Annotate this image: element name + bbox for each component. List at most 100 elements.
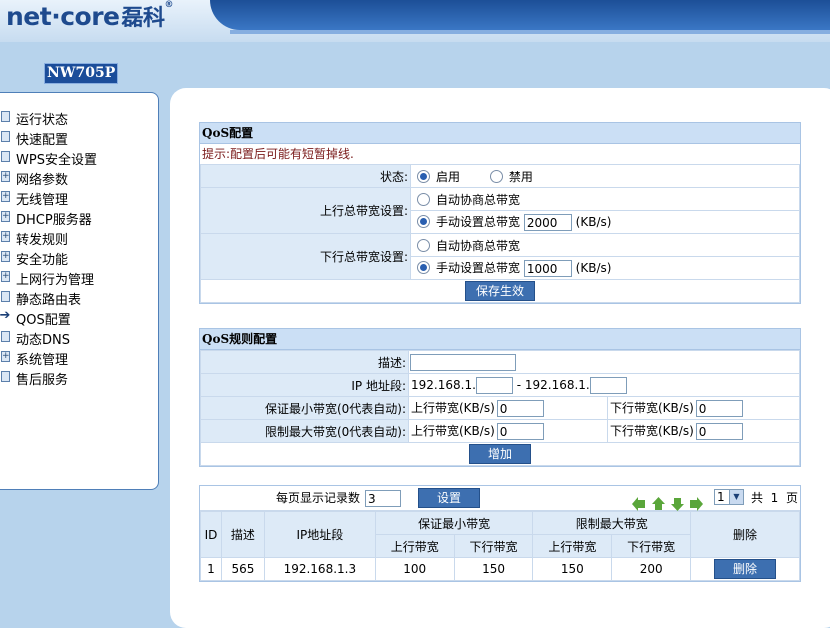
total-pages-value: 1 [770, 491, 779, 505]
cell-min-up: 100 [374, 557, 455, 581]
expand-icon: + [1, 251, 10, 262]
upload-auto-radio[interactable] [417, 192, 430, 206]
sidebar-item-label: WPS安全设置 [16, 153, 97, 168]
sidebar-item-label: DHCP服务器 [16, 213, 92, 228]
sidebar-item-label: 运行状态 [16, 113, 69, 128]
cell-delete: 删除 [690, 557, 800, 581]
add-rule-button[interactable]: 增加 [468, 444, 531, 464]
next-page-icon[interactable] [670, 497, 685, 511]
qos-rule-panel: QoS规则配置 描述: IP 地址段: 192.168.1. - 192.168… [199, 328, 801, 467]
download-auto-row: 自动协商总带宽 [410, 233, 800, 257]
cell-max-down: 200 [611, 557, 692, 581]
delete-row-button[interactable]: 删除 [714, 559, 777, 579]
cell-desc: 565 [220, 557, 265, 581]
min-down-label: 下行带宽(KB/s) [610, 401, 694, 415]
ip-start-input[interactable] [475, 376, 513, 394]
rule-desc-input[interactable] [410, 353, 516, 371]
col-header-max-up: 上行带宽 [532, 534, 613, 558]
max-down-label: 下行带宽(KB/s) [610, 424, 694, 438]
min-up-input[interactable]: 0 [496, 400, 544, 417]
page-icon [1, 151, 10, 162]
min-up-label: 上行带宽(KB/s) [411, 401, 495, 415]
arrow-right-icon: ➔ [0, 308, 11, 323]
status-disable-radio[interactable] [489, 169, 503, 183]
ip-end-prefix: - 192.168.1. [516, 377, 590, 392]
sidebar-item-label: 安全功能 [16, 253, 69, 268]
brand-name: net·core [6, 2, 120, 31]
upload-bandwidth-label: 上行总带宽设置: [200, 187, 411, 234]
per-page-input[interactable]: 3 [365, 490, 401, 507]
min-up-cell: 上行带宽(KB/s) 0 [408, 396, 608, 420]
last-page-icon[interactable] [688, 496, 704, 511]
page-nav [632, 491, 704, 515]
page-icon [1, 331, 10, 342]
rule-desc-cell [408, 350, 800, 374]
download-manual-label: 手动设置总带宽 [436, 261, 521, 275]
upload-unit: (KB/s) [575, 215, 612, 229]
pagination-bar: 每页显示记录数 3 设置 1 ▼ 共 1 页 [200, 486, 800, 511]
page-icon [1, 371, 10, 382]
total-suffix: 页 [785, 491, 798, 505]
total-prefix: 共 [751, 491, 764, 505]
download-bandwidth-label: 下行总带宽设置: [200, 233, 411, 280]
max-down-input[interactable]: 0 [695, 423, 743, 440]
max-up-label: 上行带宽(KB/s) [411, 424, 495, 438]
first-page-icon[interactable] [632, 496, 647, 511]
expand-icon: + [1, 211, 10, 222]
col-header-ip: IP地址段 [263, 511, 376, 558]
page-select-value: 1 [717, 490, 725, 504]
set-per-page-button[interactable]: 设置 [418, 488, 481, 508]
status-disable-label: 禁用 [508, 169, 533, 184]
col-header-min-up: 上行带宽 [374, 534, 455, 558]
col-header-delete: 删除 [690, 511, 800, 558]
chevron-down-icon: ▼ [729, 490, 743, 504]
header-stripe-line [230, 30, 830, 34]
expand-icon: + [1, 271, 10, 282]
col-header-id: ID [200, 511, 222, 558]
sidebar-item-label: 售后服务 [16, 373, 69, 388]
download-unit: (KB/s) [575, 261, 612, 275]
min-down-input[interactable]: 0 [695, 400, 743, 417]
expand-icon: + [1, 231, 10, 242]
sidebar-item-label: 系统管理 [16, 353, 69, 368]
download-manual-radio[interactable] [417, 261, 430, 274]
upload-manual-label: 手动设置总带宽 [436, 215, 521, 229]
qos-config-title: QoS配置 [200, 123, 800, 144]
min-down-cell: 下行带宽(KB/s) 0 [607, 396, 800, 420]
upload-auto-row: 自动协商总带宽 [410, 187, 800, 211]
qos-config-form: 状态: 启用 禁用 上行总带宽设置: 自动协商总带宽 手动设置总带宽 2000 … [200, 164, 800, 303]
qos-tip: 提示:配置后可能有短暂掉线. [202, 147, 354, 161]
upload-manual-row: 手动设置总带宽 2000 (KB/s) [410, 210, 800, 234]
col-header-desc: 描述 [220, 511, 265, 558]
cell-max-up: 150 [532, 557, 613, 581]
header-stripe [210, 0, 830, 30]
rule-ip-cell: 192.168.1. - 192.168.1. [408, 373, 800, 397]
header-bar: net·core磊科® [0, 0, 830, 42]
page-select[interactable]: 1 ▼ [714, 489, 744, 505]
rule-table: ID 描述 IP地址段 保证最小带宽 限制最大带宽 删除 上行带宽 下行带宽 上… [200, 511, 800, 581]
cell-id: 1 [200, 557, 222, 581]
status-enable-radio[interactable] [417, 169, 430, 183]
max-up-input[interactable]: 0 [496, 423, 544, 440]
ip-end-input[interactable] [589, 376, 627, 394]
cell-ip: 192.168.1.3 [263, 557, 376, 581]
save-apply-button[interactable]: 保存生效 [464, 281, 535, 301]
col-header-min: 保证最小带宽 [374, 511, 534, 535]
download-bandwidth-input[interactable]: 1000 [523, 260, 572, 277]
page-icon [1, 291, 10, 302]
cell-min-down: 150 [453, 557, 534, 581]
download-auto-radio[interactable] [417, 238, 430, 252]
sidebar-item-label: 上网行为管理 [16, 273, 95, 288]
brand-name-cn: 磊科 [121, 6, 165, 31]
upload-manual-radio[interactable] [417, 215, 430, 228]
sidebar-item-label: 静态路由表 [16, 293, 82, 308]
expand-icon: + [1, 351, 10, 362]
qos-config-panel: QoS配置 提示:配置后可能有短暂掉线. 状态: 启用 禁用 上行总带宽设置: … [199, 122, 801, 304]
qos-rule-title: QoS规则配置 [200, 329, 800, 350]
page-icon [1, 111, 10, 122]
status-label: 状态: [200, 164, 411, 188]
prev-page-icon[interactable] [651, 496, 666, 511]
brand-logo: net·core磊科® [6, 0, 173, 32]
col-header-min-down: 下行带宽 [453, 534, 534, 558]
upload-bandwidth-input[interactable]: 2000 [523, 214, 572, 231]
